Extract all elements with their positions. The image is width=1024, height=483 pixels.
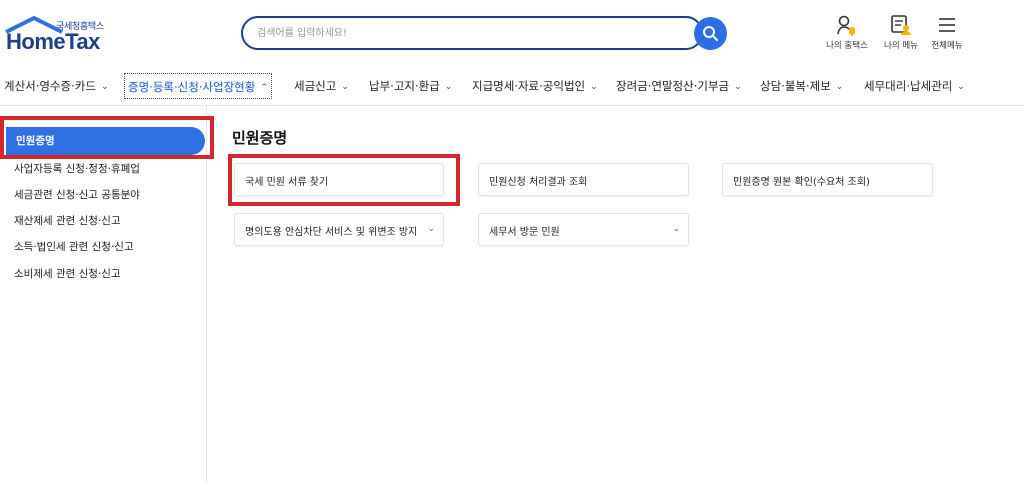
card-identity-theft-prevention[interactable]: 명의도용 안심차단 서비스 및 위변조 방지 ⌄ [234, 213, 444, 246]
nav-item-label: 상담·불복·제보 [760, 79, 831, 93]
chevron-down-icon: ⌄ [957, 82, 965, 92]
search-icon [703, 26, 718, 41]
sidebar-item-tax-common[interactable]: 세금관련 신청·신고 공통분야 [14, 187, 140, 202]
nav-item-label: 지급명세·자료·공익법인 [472, 79, 586, 93]
search-button[interactable] [694, 17, 727, 50]
sidebar-item-property-tax[interactable]: 재산제세 관련 신청·신고 [14, 213, 121, 228]
chevron-down-icon: ⌄ [427, 224, 435, 234]
nav-item-label: 증명·등록·신청·사업장현황 [128, 80, 256, 94]
my-hometax-label: 나의 홈택스 [826, 41, 868, 51]
chevron-down-icon: ⌄ [590, 82, 598, 92]
my-hometax-button[interactable]: 나의 홈택스 [822, 14, 872, 54]
card-label: 민원증명 원본 확인(수요처 조회) [733, 177, 870, 188]
nav-item-label: 장려금·연말정산·기부금 [616, 79, 730, 93]
sidebar: 민원증명 사업자등록 신청·정정·휴폐업 세금관련 신청·신고 공통분야 재산제… [0, 106, 207, 483]
nav-item-tax-agent[interactable]: 세무대리·납세관리 ⌄ [864, 73, 965, 99]
nav-item-label: 세금신고 [294, 79, 337, 93]
search-box [241, 16, 703, 50]
page-title: 민원증명 [232, 129, 288, 147]
chevron-down-icon: ⌄ [444, 82, 453, 92]
logo-title: HomeTax [6, 29, 100, 54]
menu-card-icon [891, 15, 911, 35]
nav-item-statements[interactable]: 지급명세·자료·공익법인 ⌄ [472, 73, 598, 99]
all-menu-button[interactable]: 전체메뉴 [926, 14, 968, 54]
chevron-down-icon: ⌄ [100, 82, 109, 92]
nav-item-consultation[interactable]: 상담·불복·제보 ⌄ [760, 73, 843, 99]
card-application-result[interactable]: 민원신청 처리결과 조회 [478, 163, 689, 196]
nav-item-payment[interactable]: 납부·고지·환급 ⌄ [369, 73, 452, 99]
my-menu-label: 나의 메뉴 [884, 41, 918, 51]
person-bell-icon [837, 15, 855, 36]
hometax-logo[interactable]: 국세청홈택스 HomeTax [4, 16, 114, 56]
nav-item-label: 세무대리·납세관리 [864, 79, 953, 93]
main-nav: 계산서·영수증·카드 ⌄ 증명·등록·신청·사업장현황 ⌃ 세금신고 ⌄ 납부·고지·… [0, 66, 1024, 106]
nav-item-label: 계산서·영수증·카드 [4, 79, 96, 93]
all-menu-label: 전체메뉴 [931, 41, 963, 51]
chevron-down-icon: ⌄ [734, 82, 742, 92]
card-label: 민원신청 처리결과 조회 [489, 177, 588, 188]
sidebar-item-business-registration[interactable]: 사업자등록 신청·정정·휴폐업 [14, 161, 140, 176]
card-original-verification[interactable]: 민원증명 원본 확인(수요처 조회) [722, 163, 933, 196]
card-find-civil-documents[interactable]: 국세 민원 서류 찾기 [234, 163, 444, 196]
nav-item-tax-filing[interactable]: 세금신고 ⌄ [294, 73, 349, 99]
chevron-down-icon: ⌄ [672, 224, 680, 234]
nav-item-certificates[interactable]: 증명·등록·신청·사업장현황 ⌃ [124, 73, 272, 99]
card-label: 세무서 방문 민원 [489, 227, 560, 238]
chevron-up-icon: ⌃ [260, 83, 268, 93]
nav-item-label: 납부·고지·환급 [369, 79, 440, 93]
sidebar-item-income-corporate-tax[interactable]: 소득·법인세 관련 신청·신고 [14, 239, 134, 254]
sidebar-item-consumption-tax[interactable]: 소비제세 관련 신청·신고 [14, 266, 121, 281]
card-label: 명의도용 안심차단 서비스 및 위변조 방지 [245, 227, 418, 238]
my-menu-button[interactable]: 나의 메뉴 [878, 14, 924, 54]
chevron-down-icon: ⌄ [341, 82, 349, 92]
header: 국세청홈택스 HomeTax 나의 홈택스 나의 메뉴 [0, 0, 1024, 66]
search-input[interactable] [257, 24, 687, 42]
chevron-down-icon: ⌄ [835, 82, 844, 92]
sidebar-item-civil-certificates[interactable]: 민원증명 [6, 127, 205, 155]
sidebar-item-label: 민원증명 [16, 135, 55, 147]
nav-item-receipts[interactable]: 계산서·영수증·카드 ⌄ [4, 73, 109, 99]
nav-item-incentives[interactable]: 장려금·연말정산·기부금 ⌄ [616, 73, 742, 99]
card-tax-office-visit[interactable]: 세무서 방문 민원 ⌄ [478, 213, 689, 246]
hamburger-icon [939, 18, 955, 32]
card-label: 국세 민원 서류 찾기 [245, 177, 329, 188]
